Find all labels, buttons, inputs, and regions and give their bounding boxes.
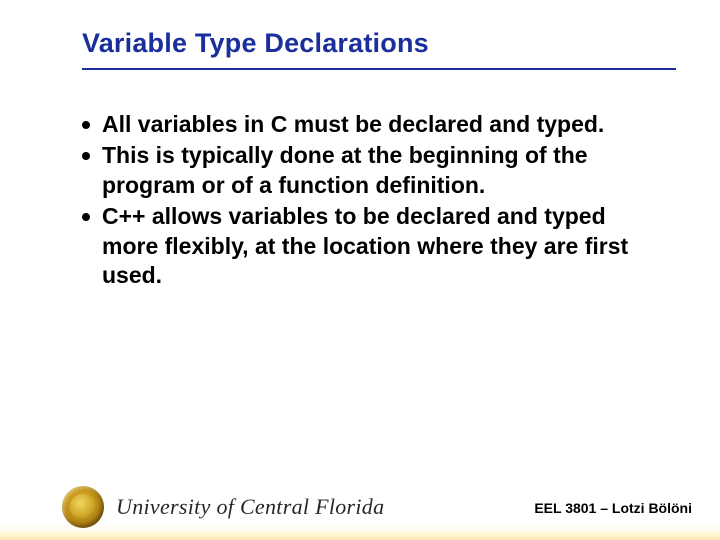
bullet-item: C++ allows variables to be declared and … bbox=[82, 202, 660, 290]
bullet-item: All variables in C must be declared and … bbox=[82, 110, 660, 139]
slide-title: Variable Type Declarations bbox=[82, 28, 680, 59]
slide-footer: University of Central Florida EEL 3801 –… bbox=[0, 472, 720, 540]
university-seal-icon bbox=[62, 486, 104, 528]
university-name: University of Central Florida bbox=[116, 494, 384, 520]
slide-content: All variables in C must be declared and … bbox=[82, 110, 660, 293]
slide: Variable Type Declarations All variables… bbox=[0, 0, 720, 540]
bullet-item: This is typically done at the beginning … bbox=[82, 141, 660, 200]
course-info: EEL 3801 – Lotzi Bölöni bbox=[534, 500, 692, 516]
university-branding: University of Central Florida bbox=[62, 486, 384, 528]
title-divider bbox=[82, 68, 676, 70]
